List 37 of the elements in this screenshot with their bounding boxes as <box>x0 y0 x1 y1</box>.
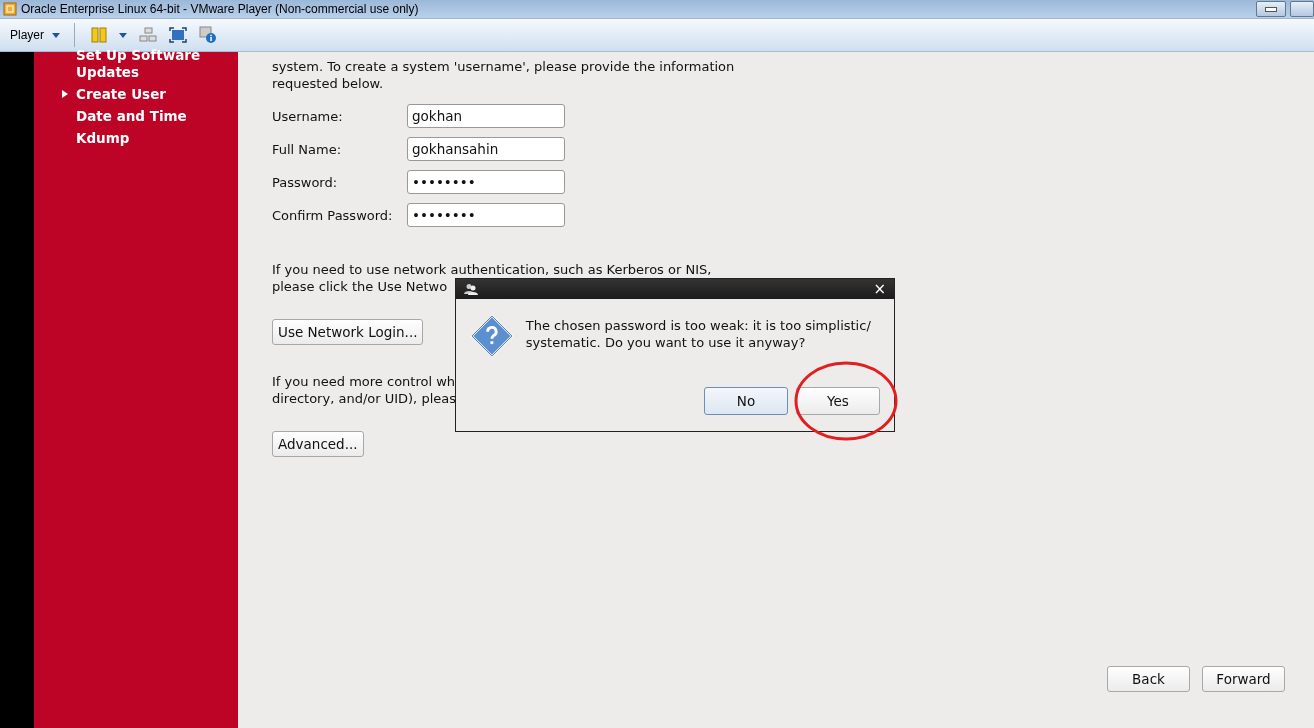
users-icon <box>464 283 478 295</box>
info-icon[interactable] <box>199 26 217 44</box>
sidebar-item[interactable]: Set Up Software Updates <box>34 47 238 81</box>
field-label: Full Name: <box>272 141 343 157</box>
caret-icon[interactable] <box>119 32 127 38</box>
field-label: Username: <box>272 108 344 124</box>
info-text: If you need to use network authentication, such as Kerberos or NIS, <box>272 261 712 278</box>
input-field[interactable]: •••••••• <box>407 170 565 194</box>
input-field[interactable]: •••••••• <box>407 203 565 227</box>
sidebar-item[interactable]: Kdump <box>34 130 238 147</box>
network-icon[interactable] <box>139 27 157 43</box>
player-menu[interactable]: Player <box>8 28 62 42</box>
advanced-button[interactable]: Advanced... <box>272 431 364 457</box>
question-icon <box>470 313 514 359</box>
input-field[interactable]: gokhan <box>407 104 565 128</box>
app-icon <box>3 2 17 16</box>
dialog-button[interactable]: No <box>704 387 788 415</box>
info-text: directory, and/or UID), pleas <box>272 390 456 407</box>
window-title: Oracle Enterprise Linux 64-bit - VMware Player (Non-commercial use only) <box>21 2 419 16</box>
fullscreen-icon[interactable] <box>169 27 187 43</box>
intro-text: system. To create a system 'username', please provide the information requested below. <box>272 58 736 92</box>
field-label: Confirm Password: <box>272 207 394 223</box>
field-label: Password: <box>272 174 339 190</box>
info-text: If you need more control wh <box>272 373 456 390</box>
sidebar-item[interactable]: Date and Time <box>34 108 238 125</box>
info-text: please click the Use Netwo <box>272 278 448 295</box>
maximize-button[interactable] <box>1290 1 1314 17</box>
nav-button[interactable]: Forward <box>1202 666 1285 692</box>
sidebar-item[interactable]: Create User <box>34 86 238 103</box>
close-button[interactable]: × <box>873 280 886 298</box>
minimize-button[interactable] <box>1256 1 1286 17</box>
nav-button[interactable]: Back <box>1107 666 1190 692</box>
caret-icon <box>52 32 60 38</box>
network-login-button[interactable]: Use Network Login... <box>272 319 424 345</box>
dialog-button[interactable]: Yes <box>796 387 880 415</box>
input-field[interactable]: gokhansahin <box>407 137 565 161</box>
dialog-message: The chosen password is too weak: it is too simplistic/ systematic. Do you want to use it anyway? <box>525 317 872 352</box>
